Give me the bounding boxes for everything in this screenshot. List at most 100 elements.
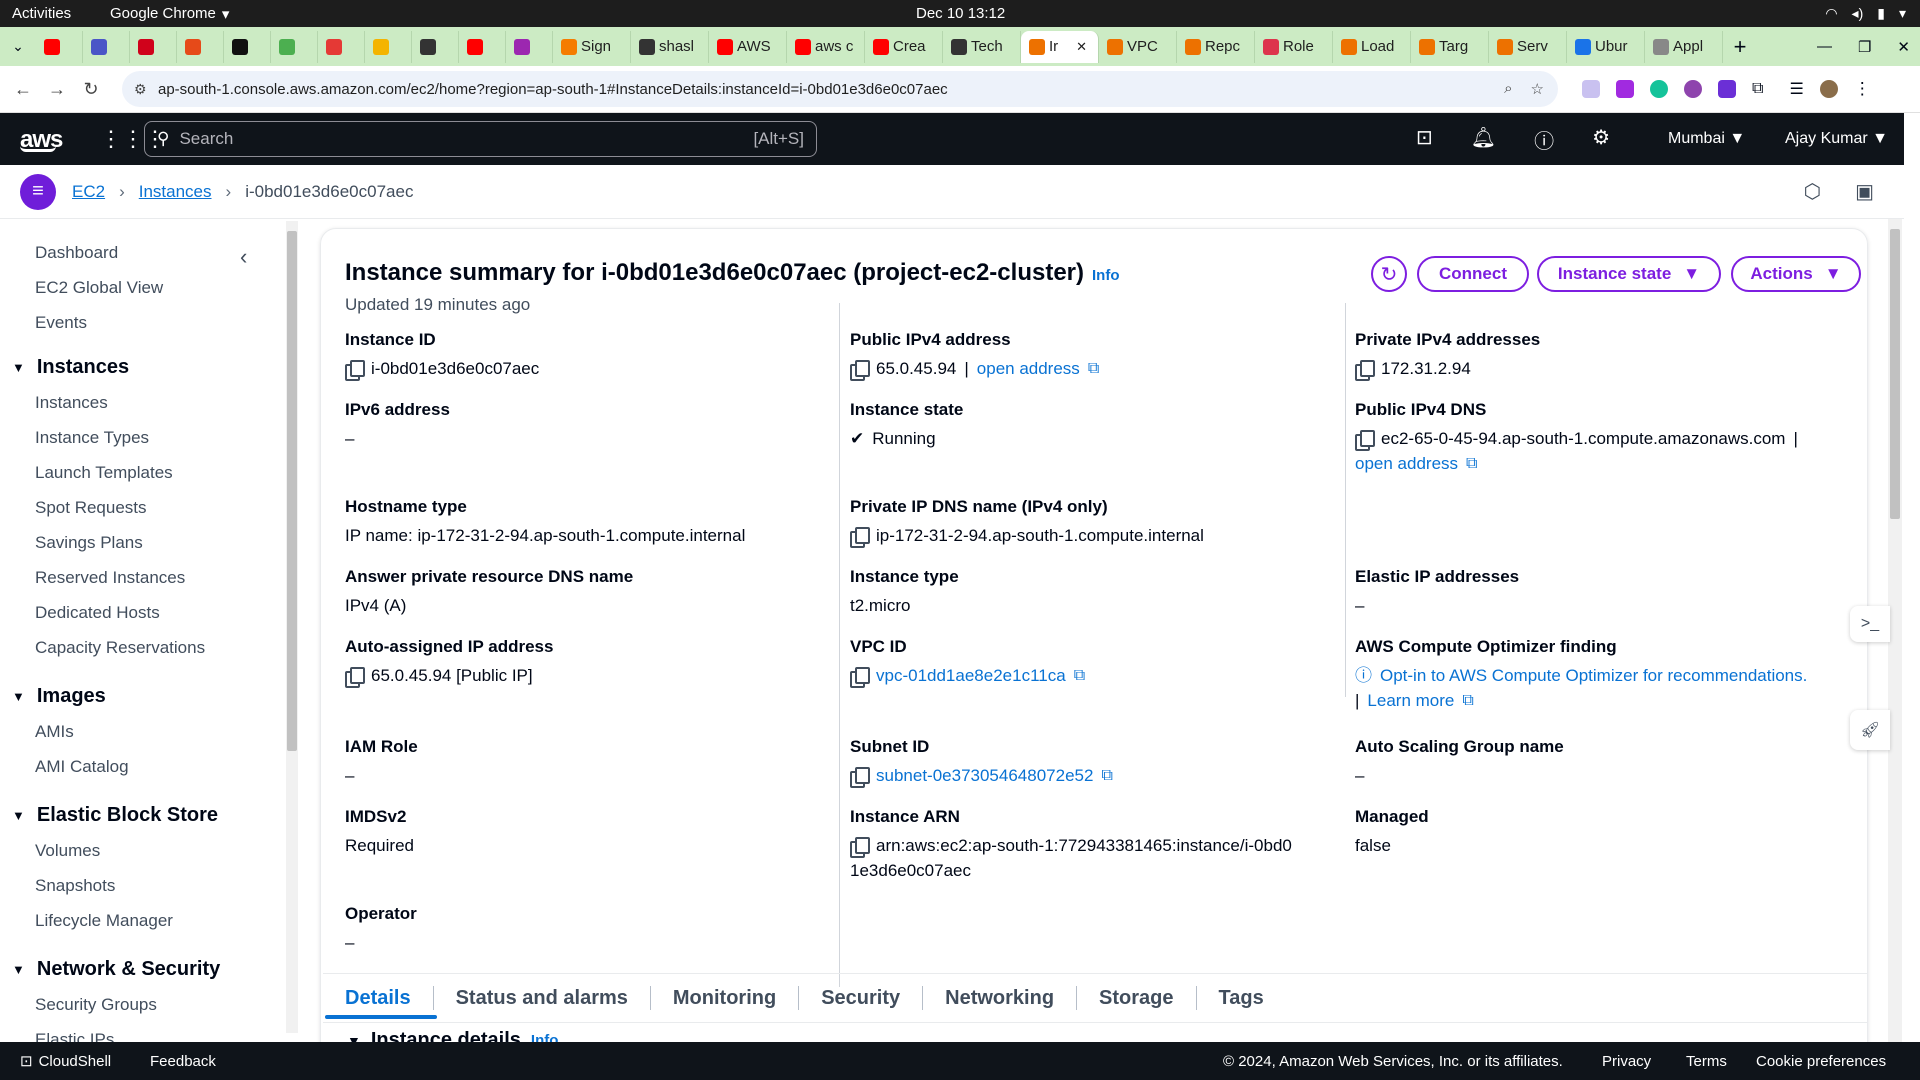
info-link[interactable]: Info — [1092, 267, 1120, 284]
search-input[interactable]: ⚲ Search [Alt+S] — [144, 121, 817, 157]
cloudshell-button[interactable]: ⊡ CloudShell — [20, 1052, 111, 1071]
activities-button[interactable]: Activities — [12, 5, 71, 22]
external-link-icon[interactable]: ⧉ — [1074, 663, 1085, 688]
info-link[interactable]: Info — [531, 1032, 559, 1042]
sidebar-item[interactable]: Instance Types — [35, 428, 149, 448]
external-link-icon[interactable]: ⧉ — [1101, 763, 1112, 788]
sidebar-item[interactable]: Snapshots — [35, 876, 115, 896]
collapse-sidebar-icon[interactable]: ‹ — [240, 244, 247, 270]
terms-link[interactable]: Terms — [1686, 1053, 1727, 1070]
browser-tab[interactable]: Sign — [553, 30, 631, 63]
forward-button[interactable]: → — [40, 79, 74, 100]
copy-icon[interactable] — [1355, 429, 1375, 451]
browser-tab[interactable] — [506, 30, 553, 63]
sidebar-item[interactable]: EC2 Global View — [35, 278, 163, 298]
browser-tab[interactable]: Serv — [1489, 30, 1567, 63]
new-tab-button[interactable]: + — [1723, 34, 1757, 60]
browser-tab[interactable] — [36, 30, 83, 63]
copy-icon[interactable] — [850, 526, 870, 548]
region-selector[interactable]: Mumbai ▼ — [1668, 130, 1745, 148]
copy-icon[interactable] — [345, 666, 365, 688]
copy-icon[interactable] — [1355, 359, 1375, 381]
gear-icon[interactable]: ⚙ — [1592, 125, 1610, 154]
subnet-link[interactable]: subnet-0e373054648072e52 — [876, 763, 1093, 788]
browser-tab[interactable]: VPC — [1099, 30, 1177, 63]
copy-icon[interactable] — [850, 766, 870, 788]
cloudshell-icon[interactable]: ⊡ — [1416, 125, 1433, 154]
copy-icon[interactable] — [850, 359, 870, 381]
browser-tab[interactable]: Tech — [943, 30, 1021, 63]
rocket-icon[interactable]: 🚀︎ — [1850, 710, 1890, 750]
maximize-button[interactable]: ❐ — [1858, 38, 1871, 56]
privacy-link[interactable]: Privacy — [1602, 1053, 1651, 1070]
sidebar-item[interactable]: AMI Catalog — [35, 757, 129, 777]
browser-tab[interactable]: Appl — [1645, 30, 1723, 63]
sidebar-item[interactable]: Spot Requests — [35, 498, 147, 518]
main-scroll-thumb[interactable] — [1890, 229, 1900, 519]
optimizer-link[interactable]: Opt-in to AWS Compute Optimizer for reco… — [1380, 663, 1807, 688]
tab-storage[interactable]: Storage — [1077, 986, 1197, 1010]
extension-icon[interactable] — [1718, 80, 1736, 98]
grammarly-icon[interactable] — [1650, 80, 1668, 98]
tab-search-button[interactable]: ⌄ — [0, 38, 36, 55]
breadcrumb-ec2[interactable]: EC2 — [72, 182, 105, 202]
external-link-icon[interactable]: ⧉ — [1462, 688, 1473, 713]
extension-icon[interactable] — [1582, 80, 1600, 98]
refresh-button[interactable]: ↻ — [1371, 256, 1407, 292]
sidebar-item[interactable]: Reserved Instances — [35, 568, 185, 588]
sidebar-item[interactable]: Capacity Reservations — [35, 638, 205, 658]
sidebar-item[interactable]: Lifecycle Manager — [35, 911, 173, 931]
notifications-panel-icon[interactable]: ▣ — [1855, 179, 1874, 204]
sidebar-group-header[interactable]: ▼ Network & Security — [12, 958, 220, 981]
instance-details-header[interactable]: ▼ Instance details Info — [347, 1029, 558, 1042]
feedback-link[interactable]: Feedback — [150, 1053, 216, 1070]
app-menu[interactable]: Google Chrome ▾ — [110, 5, 229, 23]
extension-icon[interactable] — [1684, 80, 1702, 98]
tab-status-and-alarms[interactable]: Status and alarms — [434, 986, 651, 1010]
browser-tab[interactable] — [318, 30, 365, 63]
tab-details[interactable]: Details — [323, 986, 434, 1010]
copy-icon[interactable] — [850, 666, 870, 688]
clock[interactable]: Dec 10 13:12 — [916, 5, 1005, 22]
reload-button[interactable]: ↻ — [74, 79, 108, 100]
breadcrumb-instances[interactable]: Instances — [139, 182, 212, 202]
browser-tab[interactable]: Ubur — [1567, 30, 1645, 63]
account-menu[interactable]: Ajay Kumar ▼ — [1785, 130, 1888, 148]
tab-networking[interactable]: Networking — [923, 986, 1078, 1010]
browser-tab[interactable]: Load — [1333, 30, 1411, 63]
browser-tab[interactable] — [177, 30, 224, 63]
browser-tab[interactable] — [271, 30, 318, 63]
address-bar[interactable]: ⚙ ap-south-1.console.aws.amazon.com/ec2/… — [122, 71, 1558, 107]
sidebar-item[interactable]: Instances — [35, 393, 108, 413]
copy-icon[interactable] — [345, 359, 365, 381]
browser-tab[interactable]: Targ — [1411, 30, 1489, 63]
learn-more-link[interactable]: Learn more — [1367, 688, 1454, 713]
browser-tab[interactable]: Role — [1255, 30, 1333, 63]
sidebar-item[interactable]: Dedicated Hosts — [35, 603, 160, 623]
system-tray[interactable]: ◠ ◂) ▮ ▾ — [1825, 5, 1906, 22]
sidebar-item[interactable]: AMIs — [35, 722, 74, 742]
browser-tab[interactable] — [224, 30, 271, 63]
aws-logo[interactable]: aws — [20, 126, 63, 153]
instance-state-button[interactable]: Instance state ▼ — [1537, 256, 1721, 292]
reading-list-icon[interactable]: ☰ — [1789, 79, 1803, 99]
sidebar-item[interactable]: Launch Templates — [35, 463, 173, 483]
open-address-link[interactable]: open address — [977, 356, 1080, 381]
puzzle-icon[interactable]: ⧉ — [1752, 80, 1763, 98]
shield-icon[interactable]: ⬡ — [1804, 179, 1821, 204]
minimize-button[interactable]: — — [1817, 38, 1832, 56]
actions-button[interactable]: Actions ▼ — [1731, 256, 1861, 292]
browser-tab[interactable] — [83, 30, 130, 63]
help-icon[interactable]: ⓘ — [1534, 125, 1554, 154]
sidebar-group-header[interactable]: ▼ Images — [12, 685, 106, 708]
more-icon[interactable]: ⋮ — [1854, 79, 1871, 99]
sidebar-group-header[interactable]: ▼ Instances — [12, 356, 129, 379]
sidebar-item[interactable]: Savings Plans — [35, 533, 143, 553]
sidebar-scroll-thumb[interactable] — [287, 231, 297, 751]
connect-button[interactable]: Connect — [1417, 256, 1529, 292]
avatar[interactable] — [1819, 80, 1838, 98]
close-tab-icon[interactable]: ✕ — [1076, 39, 1087, 55]
zoom-icon[interactable]: ⌕ — [1504, 80, 1512, 98]
back-button[interactable]: ← — [6, 79, 40, 100]
browser-tab[interactable]: shasl — [631, 30, 709, 63]
